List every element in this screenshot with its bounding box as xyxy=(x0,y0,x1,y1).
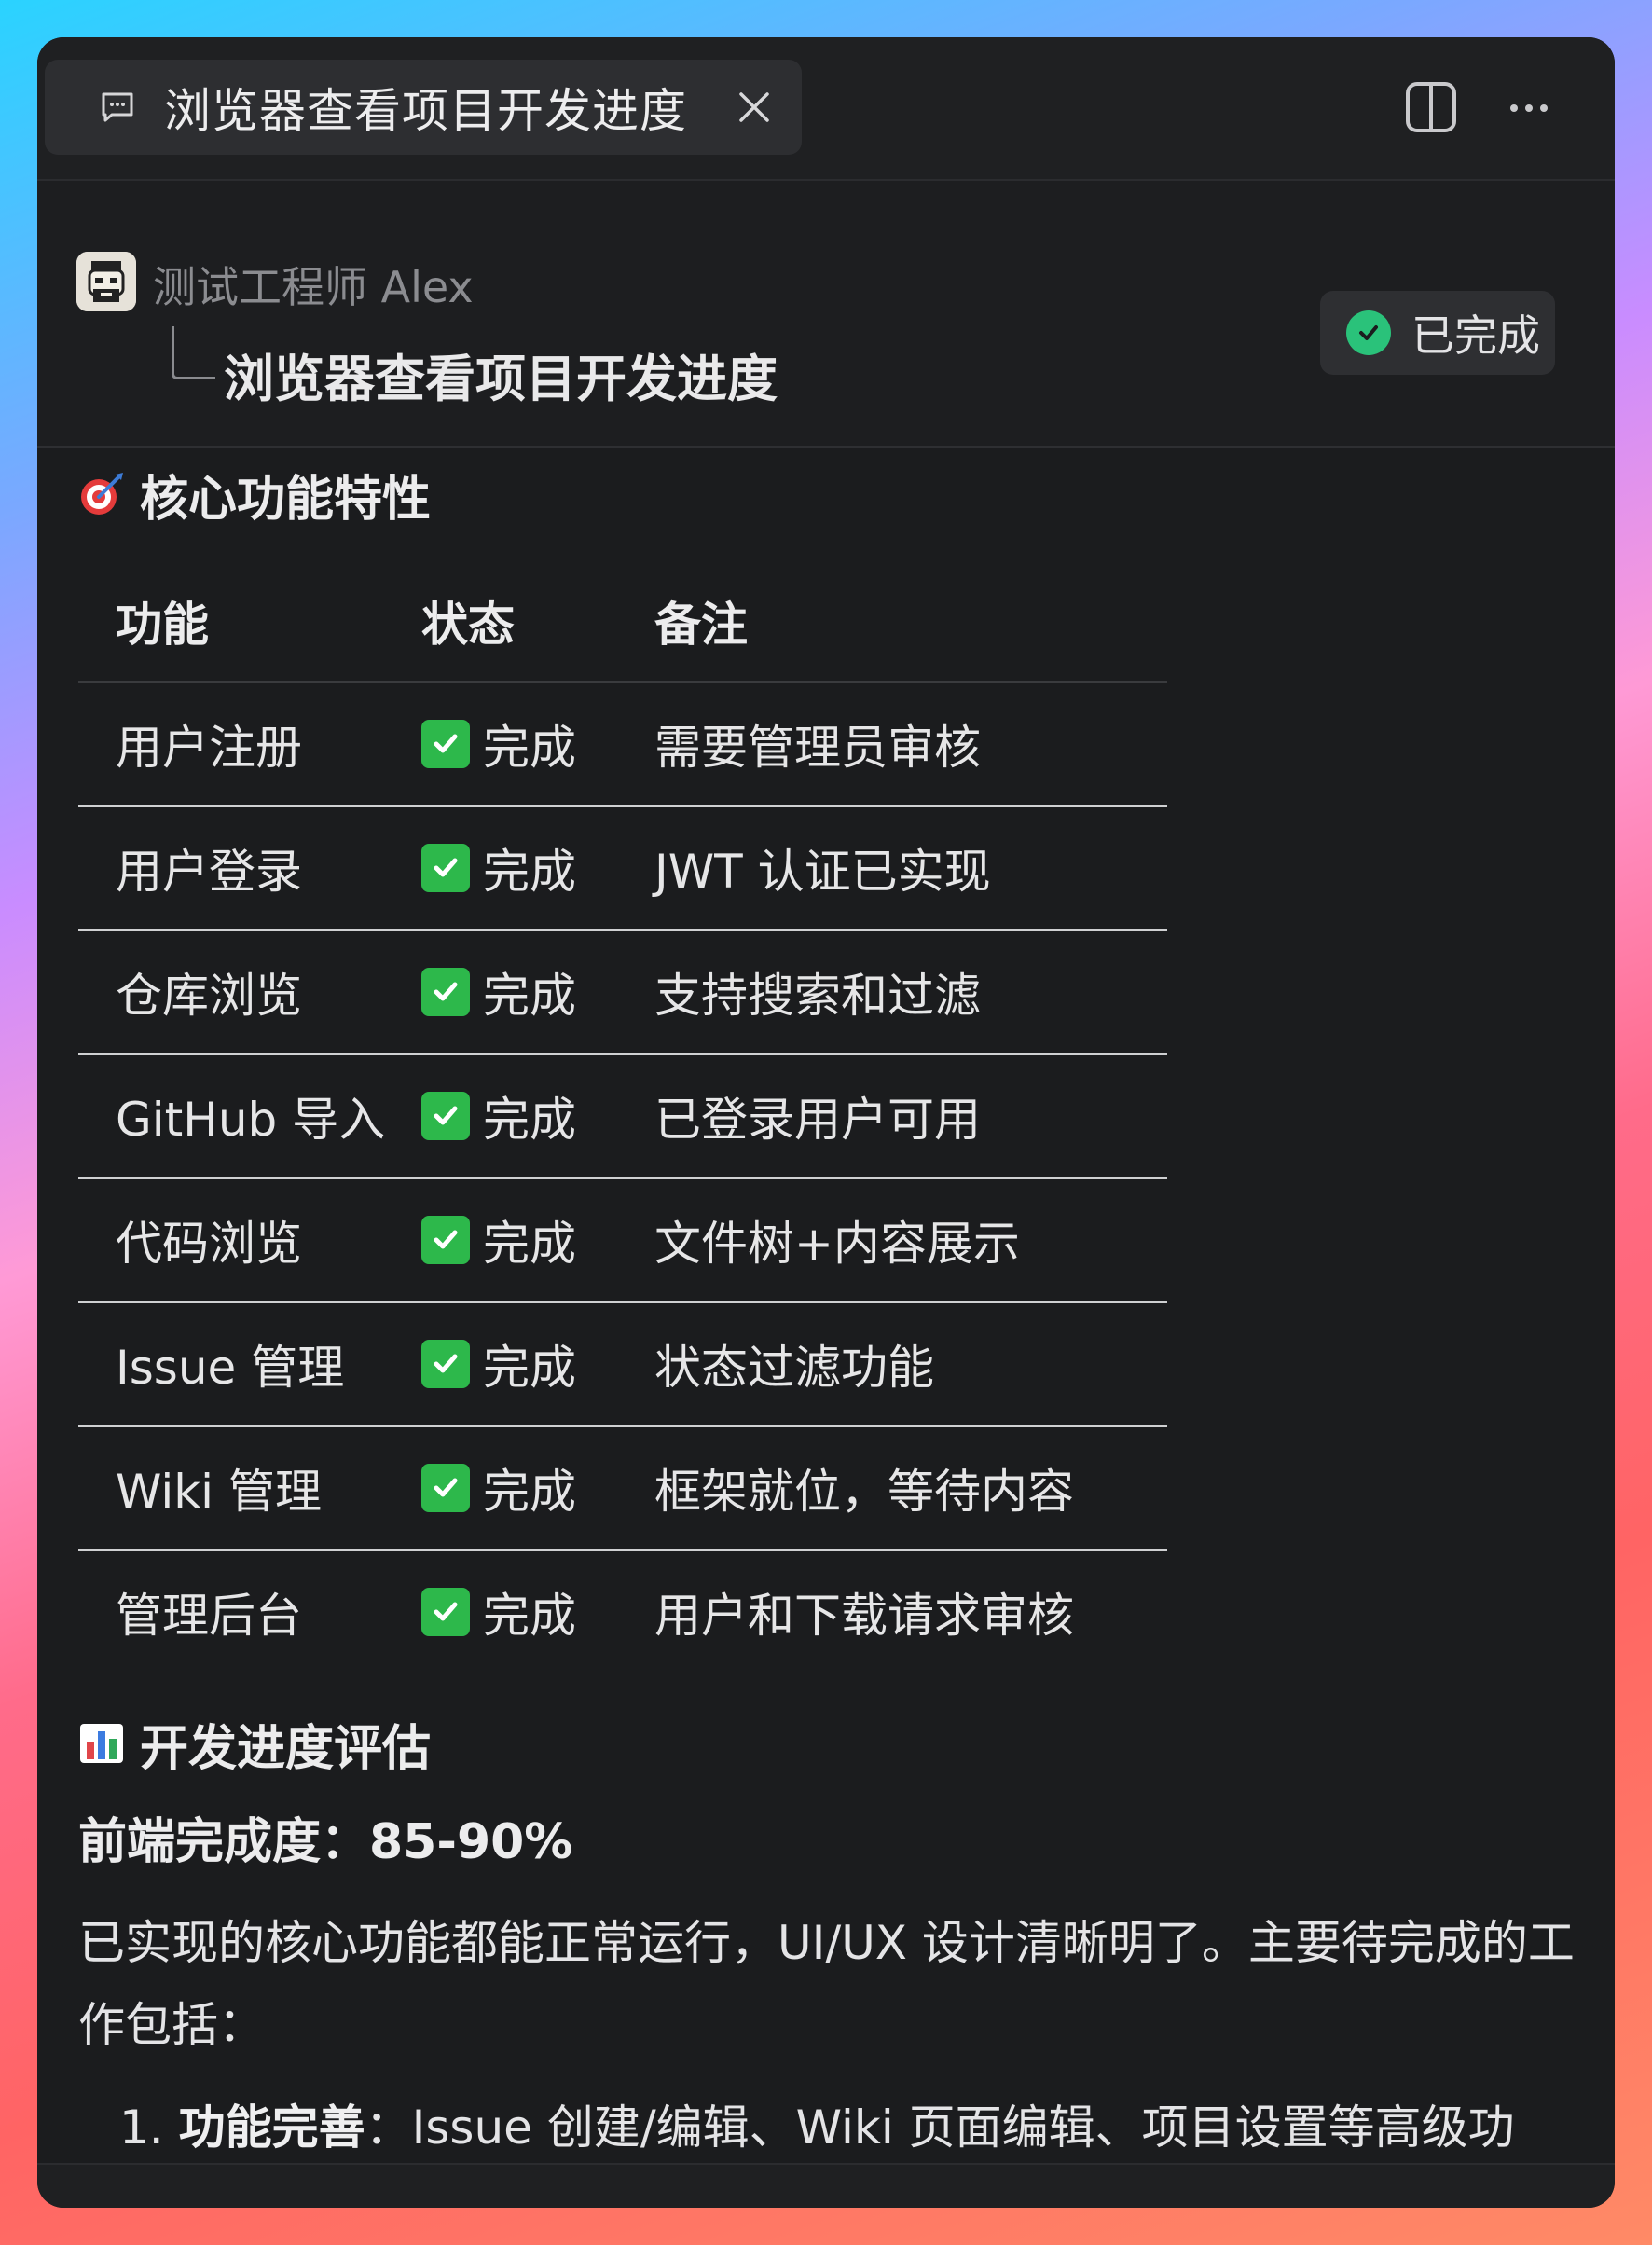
list-item-number: 1. xyxy=(119,2100,164,2155)
progress-heading-text: 开发进度评估 xyxy=(140,1720,432,1777)
note-cell: 状态过滤功能 xyxy=(654,1302,1167,1427)
check-mark-icon xyxy=(421,1588,470,1636)
features-heading-text: 核心功能特性 xyxy=(140,471,432,528)
status-cell: 完成 xyxy=(421,1426,654,1551)
table-row: 代码浏览 完成 文件树+内容展示 xyxy=(78,1178,1167,1303)
check-mark-icon xyxy=(421,720,470,768)
target-dart-icon xyxy=(78,471,125,517)
feature-cell: 管理后台 xyxy=(116,1589,302,1643)
features-heading: 核心功能特性 xyxy=(78,448,1589,541)
task-header: 测试工程师 Alex 浏览器查看项目开发进度 已完成 xyxy=(37,181,1615,448)
agent-name: 测试工程师 Alex xyxy=(153,262,474,312)
more-options-icon[interactable] xyxy=(1503,82,1555,134)
table-row: Wiki 管理 完成 框架就位，等待内容 xyxy=(78,1426,1167,1551)
table-row: 用户登录 完成 JWT 认证已实现 xyxy=(78,806,1167,931)
table-header-row: 功能 状态 备注 xyxy=(78,561,1167,683)
progress-heading: 开发进度评估 xyxy=(78,1697,1589,1790)
table-row: 用户注册 完成 需要管理员审核 xyxy=(78,682,1167,807)
note-cell: 文件树+内容展示 xyxy=(654,1178,1167,1303)
close-icon[interactable] xyxy=(735,88,774,127)
status-text: 完成 xyxy=(483,721,576,775)
split-view-icon[interactable] xyxy=(1404,80,1458,134)
check-mark-icon xyxy=(421,1340,470,1388)
status-text: 完成 xyxy=(483,969,576,1023)
table-row: GitHub 导入 完成 已登录用户可用 xyxy=(78,1054,1167,1179)
status-cell: 完成 xyxy=(421,682,654,807)
list-item-text: ：Issue 创建/编辑、Wiki 页面编辑、项目设置等高级功 xyxy=(365,2100,1515,2155)
status-cell: 完成 xyxy=(421,1054,654,1179)
note-cell: 需要管理员审核 xyxy=(654,682,1167,807)
task-title: 浏览器查看项目开发进度 xyxy=(224,350,778,408)
status-text: 完成 xyxy=(483,1093,576,1147)
note-cell: 支持搜索和过滤 xyxy=(654,930,1167,1055)
check-mark-icon xyxy=(421,968,470,1016)
table-row: 管理后台 完成 用户和下载请求审核 xyxy=(78,1550,1167,1673)
bottom-bar xyxy=(37,2163,1615,2208)
feature-cell: 用户注册 xyxy=(78,682,421,807)
status-text: 完成 xyxy=(483,1465,576,1519)
status-cell: 完成 xyxy=(421,1178,654,1303)
status-text: 完成 xyxy=(483,1341,576,1395)
check-mark-icon xyxy=(421,844,470,892)
check-mark-icon xyxy=(421,1216,470,1264)
status-cell: 完成 xyxy=(421,806,654,931)
column-header-note: 备注 xyxy=(654,561,1167,683)
table-row: Issue 管理 完成 状态过滤功能 xyxy=(78,1302,1167,1427)
status-label: 已完成 xyxy=(1411,310,1540,361)
check-mark-icon xyxy=(421,1464,470,1512)
message-content: 核心功能特性 功能 状态 备注 用户注册 完成 需要管理员审核 用户登录 完成 JWT 认… xyxy=(78,448,1589,2169)
status-cell: 完成 xyxy=(421,1302,654,1427)
frontend-completion: 前端完成度：85-90% xyxy=(78,1814,573,1870)
progress-paragraph: 已实现的核心功能都能正常运行，UI/UX 设计清晰明了。主要待完成的工作包括： xyxy=(78,1916,1575,2052)
feature-cell: Wiki 管理 xyxy=(78,1426,421,1551)
status-cell: 完成 xyxy=(421,930,654,1055)
note-cell: JWT 认证已实现 xyxy=(654,806,1167,931)
list-item: 1. 功能完善：Issue 创建/编辑、Wiki 页面编辑、项目设置等高级功 xyxy=(78,2087,1589,2169)
tree-connector xyxy=(172,326,215,379)
bar-chart-icon xyxy=(78,1720,125,1767)
status-text: 完成 xyxy=(483,845,576,899)
feature-cell: GitHub 导入 xyxy=(78,1054,421,1179)
feature-cell: 仓库浏览 xyxy=(78,930,421,1055)
check-mark-icon xyxy=(421,1092,470,1140)
features-table: 功能 状态 备注 用户注册 完成 需要管理员审核 用户登录 完成 JWT 认证已实现 仓库浏… xyxy=(78,561,1167,1673)
avatar xyxy=(76,252,136,311)
tab-bar: 浏览器查看项目开发进度 xyxy=(37,37,1615,181)
tab-task[interactable]: 浏览器查看项目开发进度 xyxy=(45,60,802,155)
feature-cell: 代码浏览 xyxy=(78,1178,421,1303)
table-row: 仓库浏览 完成 支持搜索和过滤 xyxy=(78,930,1167,1055)
status-text: 完成 xyxy=(483,1217,576,1271)
tab-title: 浏览器查看项目开发进度 xyxy=(164,84,687,138)
column-header-status: 状态 xyxy=(421,561,654,683)
note-cell: 已登录用户可用 xyxy=(654,1054,1167,1179)
feature-cell: 用户登录 xyxy=(78,806,421,931)
chat-window: 浏览器查看项目开发进度 测试工程师 Alex 浏览器查看项目开发进度 已完成 核… xyxy=(37,37,1615,2208)
note-cell: 框架就位，等待内容 xyxy=(654,1426,1167,1551)
chat-bubble-icon xyxy=(99,89,136,126)
status-cell: 完成 xyxy=(421,1550,654,1673)
list-item-bold: 功能完善 xyxy=(178,2100,365,2155)
column-header-feature: 功能 xyxy=(78,561,421,683)
note-cell: 用户和下载请求审核 xyxy=(654,1589,1074,1643)
check-circle-icon xyxy=(1346,310,1391,355)
status-badge: 已完成 xyxy=(1320,291,1555,375)
feature-cell: Issue 管理 xyxy=(78,1302,421,1427)
status-text: 完成 xyxy=(483,1589,576,1643)
